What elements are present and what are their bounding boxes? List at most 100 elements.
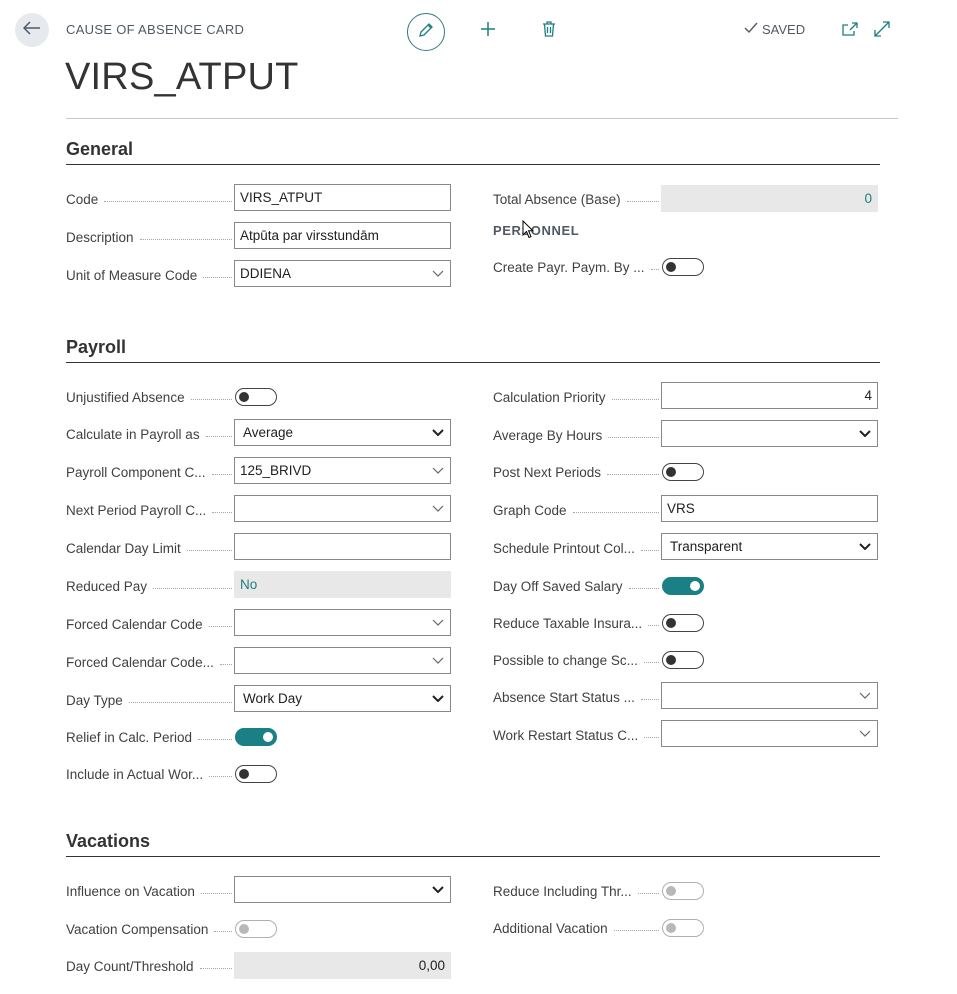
include-in-actual-wor-label: Include in Actual Wor... [66, 760, 232, 788]
expand-icon [874, 20, 890, 42]
payroll-component-c-label: Payroll Component C... [66, 458, 232, 486]
day-off-saved-salary-toggle[interactable] [662, 577, 704, 595]
next-period-payroll-c-label: Next Period Payroll C... [66, 496, 232, 524]
trash-icon [542, 20, 556, 42]
calculate-in-payroll-as-select[interactable]: Average [234, 419, 451, 446]
chevron-down-icon [858, 727, 872, 741]
possible-to-change-sc-toggle[interactable] [662, 651, 704, 669]
section-title-vacations[interactable]: Vacations [66, 831, 150, 852]
saved-label: SAVED [762, 22, 806, 37]
chevron-down-icon [858, 689, 872, 703]
back-arrow-icon [22, 20, 41, 40]
reduced-pay-field[interactable]: No [234, 571, 451, 598]
average-by-hours-label: Average By Hours [493, 421, 659, 449]
day-type-label: Day Type [66, 686, 232, 714]
forced-calendar-code-label: Forced Calendar Code [66, 610, 232, 638]
create-payr-toggle[interactable] [662, 258, 704, 276]
create-payr-label: Create Payr. Paym. By ... [493, 253, 659, 281]
chevron-down-icon [858, 540, 872, 554]
chevron-down-icon [431, 883, 445, 897]
additional-vacation-toggle[interactable] [662, 919, 704, 937]
reduce-taxable-insura-label: Reduce Taxable Insura... [493, 609, 659, 637]
graph-code-field[interactable]: VRS [661, 495, 878, 522]
chevron-down-icon [858, 427, 872, 441]
schedule-printout-col-label: Schedule Printout Col... [493, 534, 659, 562]
absence-start-status-select[interactable] [661, 682, 878, 709]
forced-calendar-code-label: Forced Calendar Code... [66, 648, 232, 676]
description-field[interactable]: Atpūta par virsstundām [234, 222, 451, 249]
total-absence-label: Total Absence (Base) [493, 185, 659, 213]
day-count-threshold-value[interactable]: 0,00 [234, 952, 451, 979]
possible-to-change-sc-label: Possible to change Sc... [493, 646, 659, 674]
unjustified-absence-label: Unjustified Absence [66, 383, 232, 411]
uom-label: Unit of Measure Code [66, 261, 232, 289]
reduce-including-label: Reduce Including Thr... [493, 877, 659, 905]
forced-calendar-code-select[interactable] [234, 609, 451, 636]
post-next-periods-label: Post Next Periods [493, 458, 659, 486]
chevron-down-icon [431, 654, 445, 668]
calendar-day-limit-field[interactable] [234, 533, 451, 560]
schedule-printout-col-select[interactable]: Transparent [661, 533, 878, 560]
payroll-component-c-select[interactable]: 125_BRIVD [234, 457, 451, 484]
influence-on-vacation-select[interactable] [234, 876, 451, 903]
chevron-down-icon [431, 692, 445, 706]
chevron-down-icon [431, 464, 445, 478]
section-title-general[interactable]: General [66, 139, 133, 160]
plus-icon [480, 21, 496, 42]
section-divider-vacations [66, 856, 880, 857]
uom-select[interactable]: DDIENA [234, 260, 451, 287]
average-by-hours-select[interactable] [661, 420, 878, 447]
section-divider-general [66, 164, 880, 165]
page-caption: CAUSE OF ABSENCE CARD [66, 22, 245, 37]
chevron-down-icon [431, 426, 445, 440]
mouse-cursor-icon [522, 219, 535, 244]
chevron-down-icon [431, 502, 445, 516]
vacation-compensation-toggle[interactable] [235, 920, 277, 938]
section-title-payroll[interactable]: Payroll [66, 337, 126, 358]
edit-button[interactable] [407, 13, 445, 51]
title-separator [66, 118, 898, 119]
forced-calendar-code-select[interactable] [234, 647, 451, 674]
chevron-down-icon [431, 616, 445, 630]
section-divider-payroll [66, 362, 880, 363]
chevron-down-icon [431, 267, 445, 281]
calculation-priority-label: Calculation Priority [493, 383, 659, 411]
open-new-window-button[interactable] [840, 21, 860, 41]
saved-indicator: SAVED [744, 22, 805, 37]
day-type-select[interactable]: Work Day [234, 685, 451, 712]
day-off-saved-salary-label: Day Off Saved Salary [493, 572, 659, 600]
description-label: Description [66, 223, 232, 251]
code-field[interactable]: VIRS_ATPUT [234, 184, 451, 211]
personnel-group-caption: PERSONNEL [493, 223, 580, 238]
graph-code-label: Graph Code [493, 496, 659, 524]
vacation-compensation-label: Vacation Compensation [66, 915, 232, 943]
work-restart-status-c-label: Work Restart Status C... [493, 721, 659, 749]
code-label: Code [66, 185, 232, 213]
delete-button[interactable] [539, 20, 559, 42]
reduce-including-toggle[interactable] [662, 882, 704, 900]
reduce-taxable-insura-toggle[interactable] [662, 614, 704, 632]
calculate-in-payroll-as-label: Calculate in Payroll as [66, 420, 232, 448]
post-next-periods-toggle[interactable] [662, 463, 704, 481]
influence-on-vacation-label: Influence on Vacation [66, 877, 232, 905]
calendar-day-limit-label: Calendar Day Limit [66, 534, 232, 562]
expand-button[interactable] [872, 20, 892, 42]
include-in-actual-wor-toggle[interactable] [235, 765, 277, 783]
additional-vacation-label: Additional Vacation [493, 914, 659, 942]
checkmark-icon [744, 22, 758, 37]
new-button[interactable] [478, 21, 498, 41]
day-count-threshold-label: Day Count/Threshold [66, 952, 232, 980]
calculation-priority-field[interactable]: 4 [661, 382, 878, 409]
open-new-window-icon [842, 21, 858, 41]
relief-in-calc-period-label: Relief in Calc. Period [66, 723, 232, 751]
reduced-pay-label: Reduced Pay [66, 572, 232, 600]
next-period-payroll-c-select[interactable] [234, 495, 451, 522]
absence-start-status-label: Absence Start Status ... [493, 683, 659, 711]
unjustified-absence-toggle[interactable] [235, 388, 277, 406]
relief-in-calc-period-toggle[interactable] [235, 728, 277, 746]
work-restart-status-c-select[interactable] [661, 720, 878, 747]
pencil-icon [418, 22, 434, 43]
page-title: VIRS_ATPUT [65, 56, 299, 98]
total-absence-value[interactable]: 0 [661, 185, 878, 212]
back-button[interactable] [15, 13, 49, 47]
